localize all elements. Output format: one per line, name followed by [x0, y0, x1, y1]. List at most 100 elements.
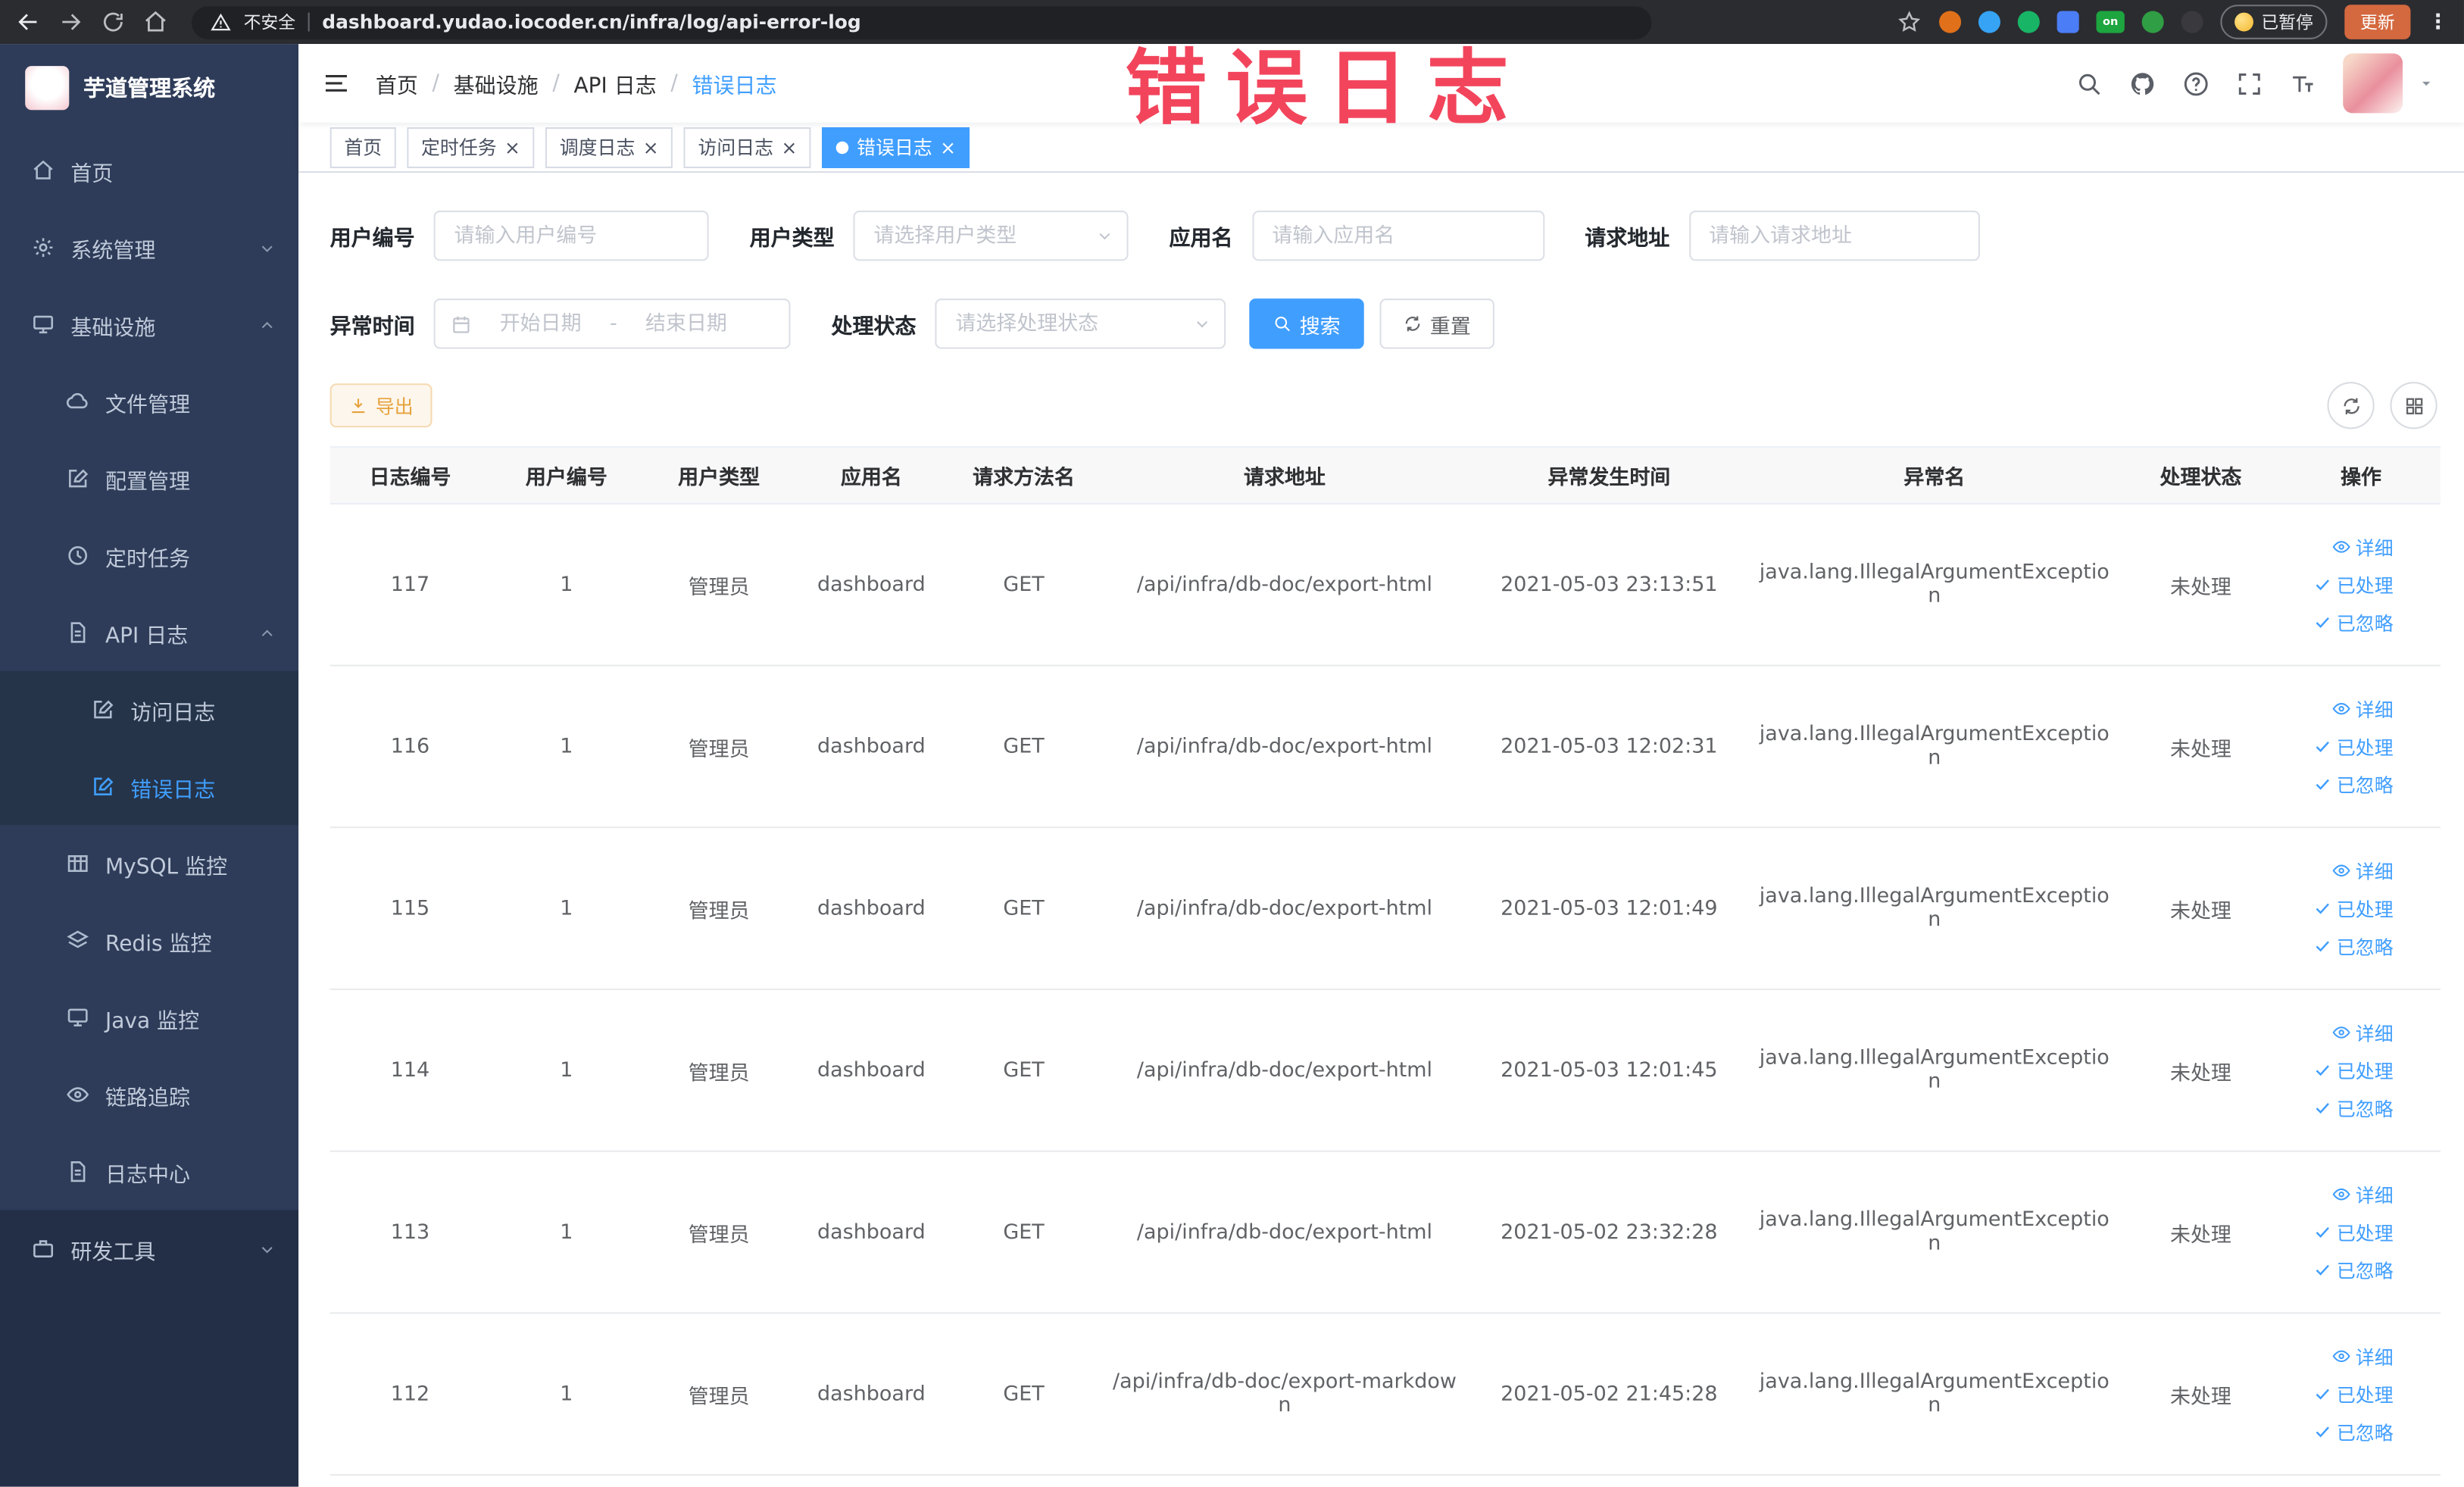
- process-status-select[interactable]: [935, 298, 1226, 349]
- not-secure-label: 不安全: [243, 12, 296, 33]
- ignored-link[interactable]: 已忽略: [2313, 1418, 2394, 1445]
- cell-request-url: /api/infra/db-doc/export-html: [1136, 573, 1433, 597]
- search-button[interactable]: 搜索: [1249, 298, 1364, 349]
- browser-reload-icon[interactable]: [101, 9, 126, 34]
- sidebar-item-error-log[interactable]: 错误日志: [0, 748, 299, 826]
- sidebar-item-config-manage[interactable]: 配置管理: [0, 439, 299, 517]
- detail-link[interactable]: 详细: [2332, 533, 2394, 560]
- detail-link[interactable]: 详细: [2332, 1343, 2394, 1370]
- browser-back-icon[interactable]: [16, 9, 41, 34]
- processed-link[interactable]: 已处理: [2313, 1381, 2394, 1407]
- sidebar-item-trace[interactable]: 链路追踪: [0, 1056, 299, 1133]
- caret-down-icon[interactable]: [2417, 74, 2436, 93]
- export-button-label: 导出: [375, 395, 414, 417]
- extension-icon-3[interactable]: [2017, 11, 2040, 33]
- check-icon: [2313, 737, 2332, 756]
- browser-forward-icon[interactable]: [58, 9, 83, 34]
- extension-icon-on[interactable]: on: [2096, 11, 2125, 33]
- breadcrumb-api-log[interactable]: API 日志: [573, 67, 656, 99]
- close-icon[interactable]: ×: [504, 138, 520, 157]
- header-user-type: 用户类型: [678, 467, 760, 491]
- user-id-input[interactable]: [433, 210, 709, 261]
- extension-icon-4[interactable]: [2056, 11, 2079, 33]
- check-icon: [2313, 775, 2332, 794]
- tab-label: 首页: [344, 136, 383, 159]
- tab-dispatch-log[interactable]: 调度日志 ×: [545, 127, 673, 167]
- cell-log-id: 112: [390, 1382, 430, 1406]
- not-secure-warning-icon: [211, 12, 231, 33]
- ignored-link[interactable]: 已忽略: [2313, 1095, 2394, 1121]
- edit-icon: [91, 698, 114, 721]
- extension-icon-6[interactable]: [2181, 11, 2203, 33]
- bookmark-star-icon[interactable]: [1897, 9, 1922, 34]
- sidebar-item-api-log[interactable]: API 日志: [0, 594, 299, 671]
- tab-access-log[interactable]: 访问日志 ×: [683, 127, 812, 167]
- cell-exception-name: java.lang.IllegalArgumentException: [1759, 1046, 2110, 1094]
- tab-scheduled-tasks[interactable]: 定时任务 ×: [407, 127, 535, 167]
- app-name-input[interactable]: [1251, 210, 1544, 261]
- detail-link[interactable]: 详细: [2332, 1019, 2394, 1045]
- breadcrumb-infra[interactable]: 基础设施: [454, 67, 539, 99]
- cell-actions: 详细 已处理 已忽略: [2281, 1343, 2441, 1445]
- processed-link[interactable]: 已处理: [2313, 571, 2394, 598]
- ignored-link[interactable]: 已忽略: [2313, 1257, 2394, 1283]
- export-button[interactable]: 导出: [329, 383, 433, 428]
- sidebar-item-system[interactable]: 系统管理: [0, 209, 298, 286]
- search-icon[interactable]: [2076, 70, 2103, 96]
- edit-icon: [91, 775, 114, 798]
- paused-badge[interactable]: 已暂停: [2220, 5, 2328, 39]
- sidebar-item-scheduled-tasks[interactable]: 定时任务: [0, 517, 299, 595]
- sidebar-item-label: Redis 监控: [105, 931, 212, 957]
- detail-link[interactable]: 详细: [2332, 1181, 2394, 1207]
- sidebar-item-mysql-monitor[interactable]: MySQL 监控: [0, 825, 299, 902]
- extension-icon-1[interactable]: [1939, 11, 1962, 33]
- browser-home-icon[interactable]: [143, 9, 168, 34]
- sidebar-item-redis-monitor[interactable]: Redis 监控: [0, 901, 299, 979]
- close-icon[interactable]: ×: [643, 138, 659, 157]
- refresh-button[interactable]: [2327, 382, 2375, 430]
- tab-home[interactable]: 首页: [329, 127, 396, 167]
- process-status-label: 处理状态: [831, 314, 917, 340]
- browser-update-button[interactable]: 更新: [2344, 5, 2411, 39]
- processed-link[interactable]: 已处理: [2313, 895, 2394, 921]
- processed-link[interactable]: 已处理: [2313, 1219, 2394, 1245]
- sidebar-item-log-center[interactable]: 日志中心: [0, 1132, 299, 1211]
- github-icon[interactable]: [2129, 70, 2156, 96]
- column-settings-button[interactable]: [2390, 382, 2437, 430]
- help-icon[interactable]: [2183, 70, 2209, 96]
- sidebar-item-file-manage[interactable]: 文件管理: [0, 363, 299, 440]
- extension-icon-5[interactable]: [2141, 11, 2164, 33]
- hamburger-icon[interactable]: [322, 69, 350, 97]
- date-range-picker[interactable]: -: [433, 298, 791, 349]
- ignored-link[interactable]: 已忽略: [2313, 609, 2394, 636]
- sidebar-item-java-monitor[interactable]: Java 监控: [0, 979, 299, 1057]
- processed-link[interactable]: 已处理: [2313, 733, 2394, 760]
- user-type-select[interactable]: [853, 210, 1129, 261]
- sidebar-item-dev-tools[interactable]: 研发工具: [0, 1210, 299, 1288]
- browser-menu-icon[interactable]: ⋮: [2428, 10, 2448, 33]
- detail-link[interactable]: 详细: [2332, 858, 2394, 884]
- font-size-icon[interactable]: [2290, 70, 2316, 96]
- tab-error-log[interactable]: 错误日志 ×: [822, 127, 970, 167]
- sidebar-item-access-log[interactable]: 访问日志: [0, 670, 299, 748]
- reset-button[interactable]: 重置: [1379, 298, 1495, 349]
- close-icon[interactable]: ×: [940, 138, 956, 157]
- fullscreen-icon[interactable]: [2236, 70, 2263, 96]
- search-icon: [1273, 314, 1291, 333]
- ignored-link[interactable]: 已忽略: [2313, 932, 2394, 959]
- end-date-input[interactable]: [626, 310, 746, 338]
- close-icon[interactable]: ×: [781, 138, 797, 157]
- cell-user-id: 1: [560, 573, 573, 597]
- ignored-link[interactable]: 已忽略: [2313, 771, 2394, 798]
- sidebar-item-infra[interactable]: 基础设施: [0, 286, 298, 364]
- breadcrumb-home[interactable]: 首页: [376, 67, 418, 99]
- extension-icon-2[interactable]: [1978, 11, 2000, 33]
- ignored-label: 已忽略: [2336, 1259, 2394, 1282]
- sidebar-item-home[interactable]: 首页: [0, 132, 298, 209]
- sidebar-item-label: 系统管理: [70, 238, 156, 264]
- processed-link[interactable]: 已处理: [2313, 1057, 2394, 1083]
- request-url-input[interactable]: [1688, 210, 1979, 261]
- avatar[interactable]: [2343, 53, 2403, 114]
- detail-link[interactable]: 详细: [2332, 695, 2394, 722]
- start-date-input[interactable]: [480, 310, 601, 338]
